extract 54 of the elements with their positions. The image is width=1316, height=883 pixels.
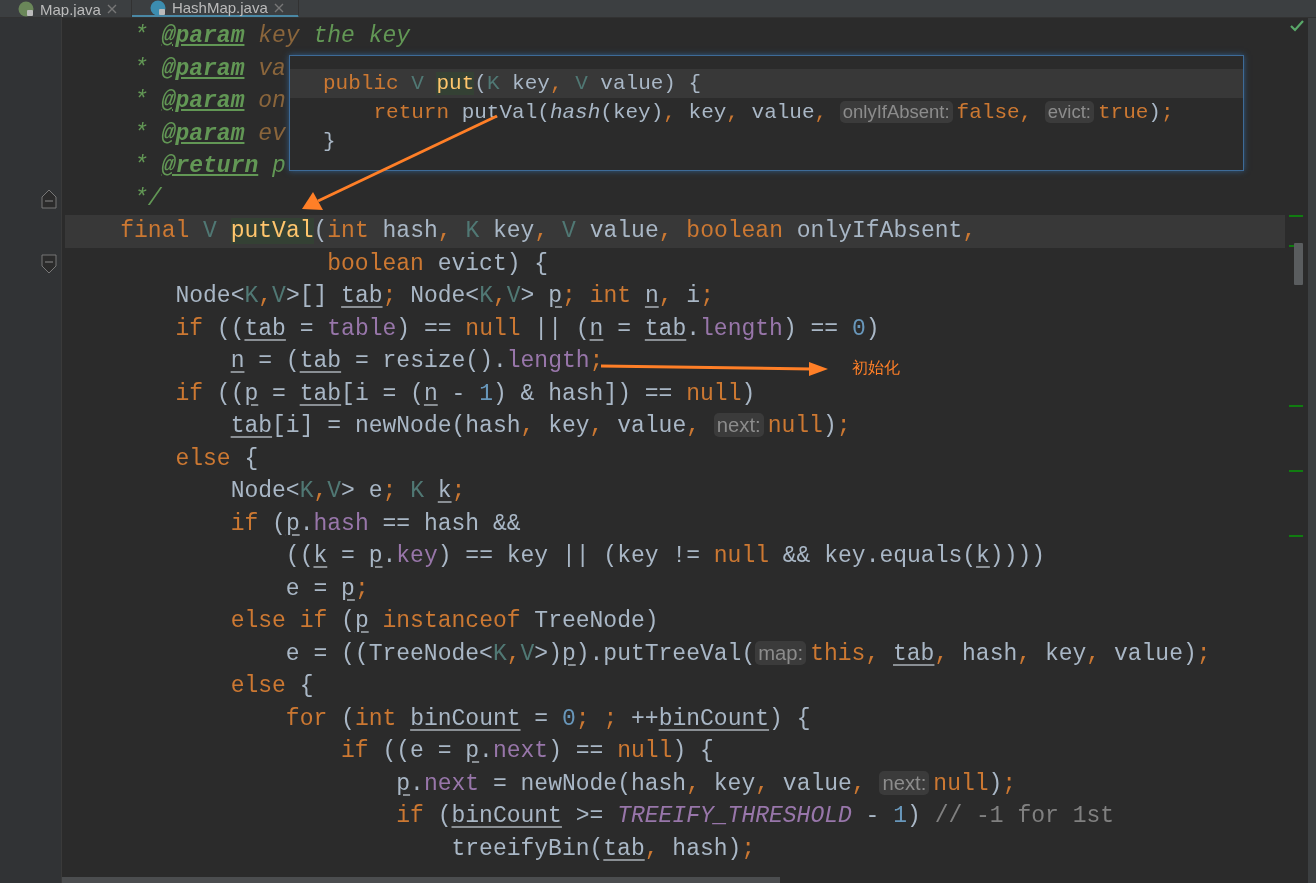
fold-icon[interactable] bbox=[41, 253, 57, 274]
code-text: p.next = newNode(hash, key, value, bbox=[395, 770, 867, 797]
code-line: final V putVal(int hash, K key, V value, boolean onlyIfAbsent, bbox=[119, 217, 977, 246]
file-tab[interactable]: HashMap.java bbox=[131, 0, 299, 17]
close-icon[interactable] bbox=[273, 2, 284, 13]
scrollbar-thumb[interactable] bbox=[62, 877, 780, 883]
code-line: else { bbox=[229, 672, 314, 701]
code-line: public V put(K key, V value) { bbox=[323, 71, 702, 97]
code-line: if ((tab = table) == null || (n = tab.length) == 0) bbox=[174, 314, 880, 344]
fold-icon[interactable] bbox=[41, 188, 57, 209]
code-text: tab[i] = newNode(hash, key, value, bbox=[229, 413, 701, 439]
change-marker bbox=[1289, 215, 1303, 217]
code-text: e = ((TreeNode<K,V>)p).putTreeVal( bbox=[284, 640, 756, 667]
code-line: if (p.hash == hash && bbox=[229, 509, 521, 539]
code-text: null); bbox=[767, 413, 851, 439]
interface-icon bbox=[18, 1, 34, 17]
parameter-hint: onlyIfAbsent: bbox=[839, 101, 953, 124]
code-line: if ((e = p.next) == null) { bbox=[340, 737, 714, 766]
code-line: if (binCount >= TREEIFY_THRESHOLD - 1) // -1 for 1st bbox=[395, 802, 1115, 831]
code-line: * @param key the key bbox=[133, 22, 411, 51]
scrollbar-thumb[interactable] bbox=[1294, 243, 1303, 285]
parameter-hint: next: bbox=[879, 770, 930, 795]
code-line: * @param ev bbox=[133, 119, 286, 149]
code-line: * @param va bbox=[133, 54, 286, 84]
code-line: else if (p instanceof TreeNode) bbox=[229, 607, 659, 636]
code-line: if ((p = tab[i = (n - 1) & hash]) == null) bbox=[174, 379, 756, 409]
annotation-note: 初始化 bbox=[852, 358, 900, 378]
parameter-hint: next: bbox=[713, 413, 764, 438]
code-line: e = p; bbox=[284, 574, 369, 604]
parameter-hint: map: bbox=[755, 640, 807, 665]
code-line: for (int binCount = 0; ; ++binCount) { bbox=[284, 704, 811, 734]
close-icon[interactable] bbox=[106, 4, 117, 14]
class-icon bbox=[149, 0, 166, 16]
code-text: return putVal(hash(key), key, value, bbox=[372, 101, 829, 124]
change-marker bbox=[1289, 405, 1303, 407]
code-line: n = (tab = resize().length; bbox=[229, 347, 604, 376]
code-line: else { bbox=[174, 444, 259, 474]
code-text: false, bbox=[956, 101, 1034, 124]
code-line: treeifyBin(tab, hash); bbox=[450, 834, 756, 864]
change-marker bbox=[1289, 470, 1303, 472]
parameter-hint: evict: bbox=[1044, 101, 1094, 124]
code-line: Node<K,V> e; K k; bbox=[229, 477, 466, 506]
code-line: } bbox=[323, 129, 336, 155]
code-line: * @param on bbox=[133, 87, 286, 116]
code-line: */ bbox=[133, 184, 162, 214]
code-text: null); bbox=[933, 770, 1017, 797]
change-marker bbox=[1289, 535, 1303, 537]
code-line: ((k = p.key) == key || (key != null && key.equals(k)))) bbox=[284, 542, 1046, 571]
code-text: this, tab, hash, key, value); bbox=[810, 640, 1211, 667]
code-line: * @return p bbox=[133, 152, 286, 181]
check-icon bbox=[1290, 20, 1304, 32]
code-line: Node<K,V>[] tab; Node<K,V> p; int n, i; bbox=[174, 282, 714, 311]
code-text: true); bbox=[1097, 101, 1174, 124]
code-line: boolean evict) { bbox=[326, 249, 549, 279]
